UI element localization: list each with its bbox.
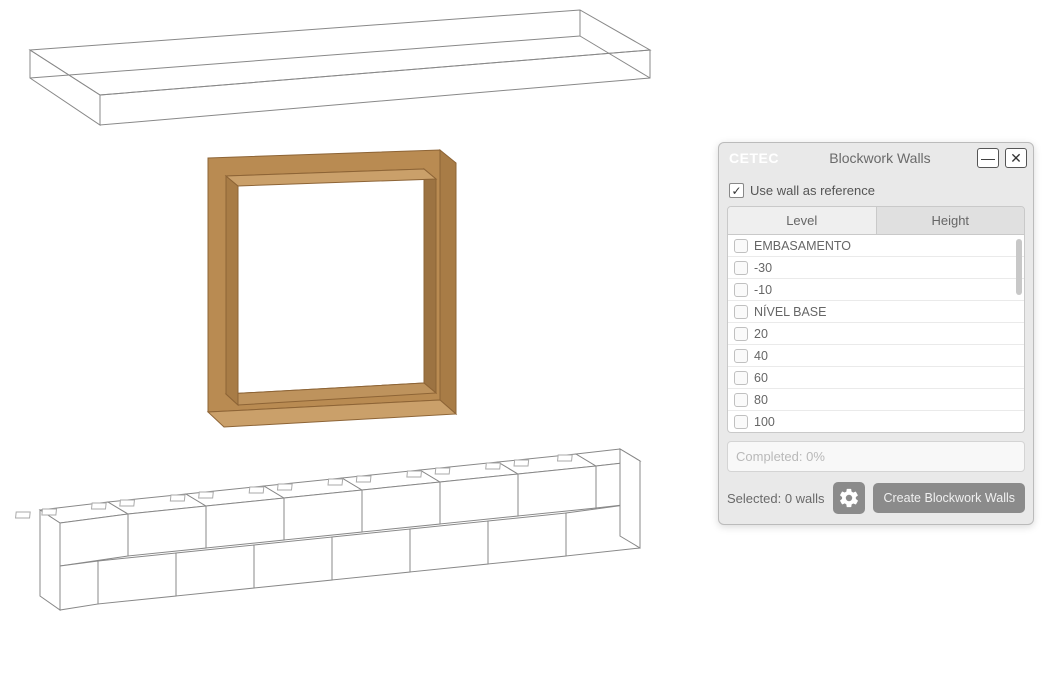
- blockwork-dialog: CETEC Blockwork Walls — ✕ ✓ Use wall as …: [718, 142, 1034, 525]
- list-item[interactable]: 100: [728, 411, 1024, 433]
- row-label: 40: [754, 349, 768, 363]
- row-checkbox[interactable]: [734, 305, 748, 319]
- use-wall-reference-checkbox[interactable]: ✓: [729, 183, 744, 198]
- row-checkbox[interactable]: [734, 261, 748, 275]
- top-slab: [30, 10, 650, 125]
- row-label: -30: [754, 261, 772, 275]
- scrollbar-thumb[interactable]: [1016, 239, 1022, 295]
- dialog-title: Blockwork Walls: [789, 150, 971, 166]
- row-label: 60: [754, 371, 768, 385]
- list-item[interactable]: -10: [728, 279, 1024, 301]
- row-checkbox[interactable]: [734, 283, 748, 297]
- list-item[interactable]: 60: [728, 367, 1024, 389]
- list-item[interactable]: 80: [728, 389, 1024, 411]
- row-label: -10: [754, 283, 772, 297]
- create-button[interactable]: Create Blockwork Walls: [873, 483, 1025, 513]
- viewport: CETEC Blockwork Walls — ✕ ✓ Use wall as …: [0, 0, 1053, 687]
- progress-status: Completed: 0%: [727, 441, 1025, 472]
- tabs: Level Height: [727, 206, 1025, 235]
- model-scene[interactable]: [0, 0, 720, 680]
- gear-icon: [838, 487, 860, 509]
- use-wall-reference-row[interactable]: ✓ Use wall as reference: [727, 179, 1025, 206]
- settings-button[interactable]: [833, 482, 865, 514]
- row-checkbox[interactable]: [734, 349, 748, 363]
- row-checkbox[interactable]: [734, 327, 748, 341]
- dialog-footer: Selected: 0 walls Create Blockwork Walls: [727, 482, 1025, 514]
- dialog-titlebar[interactable]: CETEC Blockwork Walls — ✕: [719, 143, 1033, 173]
- row-checkbox[interactable]: [734, 239, 748, 253]
- row-label: EMBASAMENTO: [754, 239, 851, 253]
- levels-list: EMBASAMENTO -30 -10 NÍVEL BASE 20 40 60 …: [727, 235, 1025, 433]
- brand-logo: CETEC: [725, 150, 783, 166]
- use-wall-reference-label: Use wall as reference: [750, 183, 875, 198]
- dialog-body: ✓ Use wall as reference Level Height EMB…: [719, 173, 1033, 524]
- list-item[interactable]: 20: [728, 323, 1024, 345]
- row-label: 20: [754, 327, 768, 341]
- row-checkbox[interactable]: [734, 371, 748, 385]
- list-item[interactable]: EMBASAMENTO: [728, 235, 1024, 257]
- close-button[interactable]: ✕: [1005, 148, 1027, 168]
- block-wall: [16, 449, 640, 610]
- row-label: NÍVEL BASE: [754, 305, 827, 319]
- selected-count: Selected: 0 walls: [727, 491, 825, 506]
- row-label: 100: [754, 415, 775, 429]
- minimize-button[interactable]: —: [977, 148, 999, 168]
- list-item[interactable]: -30: [728, 257, 1024, 279]
- row-checkbox[interactable]: [734, 415, 748, 429]
- list-item[interactable]: 40: [728, 345, 1024, 367]
- window-frame: [208, 150, 456, 427]
- row-label: 80: [754, 393, 768, 407]
- tab-height[interactable]: Height: [876, 207, 1025, 234]
- list-item[interactable]: NÍVEL BASE: [728, 301, 1024, 323]
- row-checkbox[interactable]: [734, 393, 748, 407]
- tab-level[interactable]: Level: [728, 207, 876, 234]
